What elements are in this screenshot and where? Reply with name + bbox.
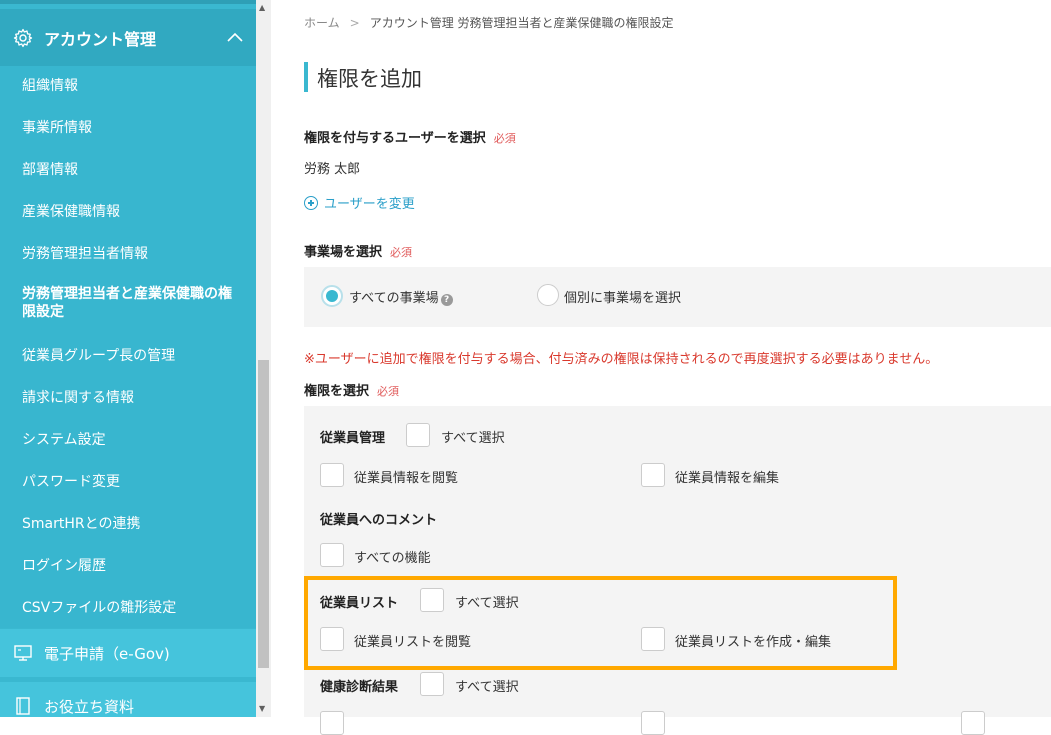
- radio-selected-dot: [326, 290, 338, 302]
- workplace-select-label: 事業場を選択 必須: [304, 241, 412, 260]
- group-title-health-checkup: 健康診断結果: [320, 680, 399, 695]
- sidebar-egov-label: 電子申請（e-Gov): [44, 645, 170, 663]
- select-all-health-checkup-checkbox[interactable]: [420, 672, 444, 696]
- sidebar-item-smarthr[interactable]: SmartHRとの連携: [22, 513, 140, 533]
- select-all-label[interactable]: すべて選択: [455, 676, 519, 695]
- all-functions-label[interactable]: すべての機能: [354, 547, 431, 566]
- sidebar-section-title: アカウント管理: [44, 30, 157, 49]
- change-user-link-text: ユーザーを変更: [324, 197, 415, 212]
- sidebar-item-system-settings[interactable]: システム設定: [22, 429, 106, 449]
- sidebar-item-labor-staff[interactable]: 労務管理担当者情報: [22, 243, 148, 263]
- group-title-employee-comment: 従業員へのコメント: [320, 513, 438, 528]
- sidebar-item-csv-template[interactable]: CSVファイルの雛形設定: [22, 597, 176, 617]
- scroll-up-arrow-icon[interactable]: ▲: [259, 3, 265, 12]
- sidebar-item-department[interactable]: 部署情報: [22, 159, 78, 179]
- radio-all-workplaces-text: すべての事業場: [349, 291, 439, 306]
- workplace-options-panel: すべての事業場? 個別に事業場を選択: [304, 267, 1051, 327]
- sidebar: アカウント管理 組織情報 事業所情報 部署情報 産業保健職情報 労務管理担当者情…: [0, 0, 256, 717]
- scroll-down-arrow-icon[interactable]: ▼: [259, 704, 265, 713]
- radio-all-workplaces[interactable]: [321, 285, 343, 307]
- required-badge: 必須: [377, 385, 400, 398]
- sidebar-section-account[interactable]: アカウント管理: [0, 9, 256, 66]
- sidebar-item-resources[interactable]: お役立ち資料: [0, 682, 256, 717]
- plus-circle-icon: [304, 196, 318, 210]
- sidebar-item-password[interactable]: パスワード変更: [22, 471, 120, 491]
- sidebar-item-login-history[interactable]: ログイン履歴: [22, 555, 106, 575]
- title-accent-bar: [304, 62, 308, 92]
- user-select-label: 権限を付与するユーザーを選択 必須: [304, 127, 516, 146]
- select-all-employee-mgmt-checkbox[interactable]: [406, 423, 430, 447]
- required-badge: 必須: [493, 132, 516, 145]
- health-checkup-item-checkbox[interactable]: [961, 711, 985, 735]
- group-title-employee-mgmt: 従業員管理: [320, 431, 386, 446]
- health-checkup-item-checkbox[interactable]: [641, 711, 665, 735]
- sidebar-item-org[interactable]: 組織情報: [22, 75, 78, 95]
- sidebar-item-permission-settings[interactable]: 労務管理担当者と産業保健職の権限設定: [22, 285, 242, 321]
- chevron-up-icon[interactable]: [226, 31, 244, 43]
- page-title: 権限を追加: [317, 67, 422, 91]
- permission-select-label: 権限を選択 必須: [304, 380, 399, 399]
- sidebar-scrollbar[interactable]: ▲ ▼: [256, 0, 271, 717]
- view-employee-info-checkbox[interactable]: [320, 463, 344, 487]
- required-badge: 必須: [390, 246, 413, 259]
- highlight-box: [304, 576, 897, 670]
- breadcrumb: ホーム > アカウント管理 労務管理担当者と産業保健職の権限設定: [304, 14, 674, 31]
- scrollbar-thumb[interactable]: [258, 360, 269, 668]
- workplace-select-label-text: 事業場を選択: [304, 245, 383, 260]
- breadcrumb-separator: >: [349, 16, 360, 30]
- permission-select-label-text: 権限を選択: [304, 384, 370, 399]
- all-functions-checkbox[interactable]: [320, 543, 344, 567]
- user-select-label-text: 権限を付与するユーザーを選択: [304, 131, 486, 146]
- radio-individual-workplace-label[interactable]: 個別に事業場を選択: [564, 287, 681, 306]
- select-all-label[interactable]: すべて選択: [441, 427, 505, 446]
- breadcrumb-current: アカウント管理 労務管理担当者と産業保健職の権限設定: [369, 16, 674, 30]
- edit-employee-info-checkbox[interactable]: [641, 463, 665, 487]
- monitor-icon: [14, 645, 32, 661]
- sidebar-item-billing[interactable]: 請求に関する情報: [22, 387, 134, 407]
- sidebar-item-egov[interactable]: 電子申請（e-Gov): [0, 629, 256, 677]
- radio-all-workplaces-label[interactable]: すべての事業場?: [349, 287, 453, 306]
- view-employee-info-label[interactable]: 従業員情報を閲覧: [354, 467, 458, 486]
- health-checkup-item-checkbox[interactable]: [320, 711, 344, 735]
- sidebar-item-health-staff[interactable]: 産業保健職情報: [22, 201, 120, 221]
- gear-icon: [13, 28, 33, 48]
- book-icon: [16, 697, 30, 715]
- edit-employee-info-label[interactable]: 従業員情報を編集: [675, 467, 779, 486]
- breadcrumb-home[interactable]: ホーム: [304, 16, 340, 30]
- sidebar-top-strip: [0, 0, 256, 4]
- sidebar-resources-label: お役立ち資料: [44, 698, 135, 716]
- sidebar-item-office[interactable]: 事業所情報: [22, 117, 92, 137]
- notice-text: ※ユーザーに追加で権限を付与する場合、付与済みの権限は保持されるので再度選択する…: [304, 352, 939, 367]
- help-icon[interactable]: ?: [440, 294, 453, 306]
- sidebar-item-group-leader[interactable]: 従業員グループ長の管理: [22, 345, 175, 365]
- selected-user: 労務 太郎: [304, 162, 361, 177]
- permission-panel: 従業員管理 すべて選択 従業員情報を閲覧 従業員情報を編集 従業員へのコメント …: [304, 406, 1051, 735]
- change-user-link[interactable]: ユーザーを変更: [304, 193, 415, 212]
- radio-individual-workplace[interactable]: [537, 284, 559, 306]
